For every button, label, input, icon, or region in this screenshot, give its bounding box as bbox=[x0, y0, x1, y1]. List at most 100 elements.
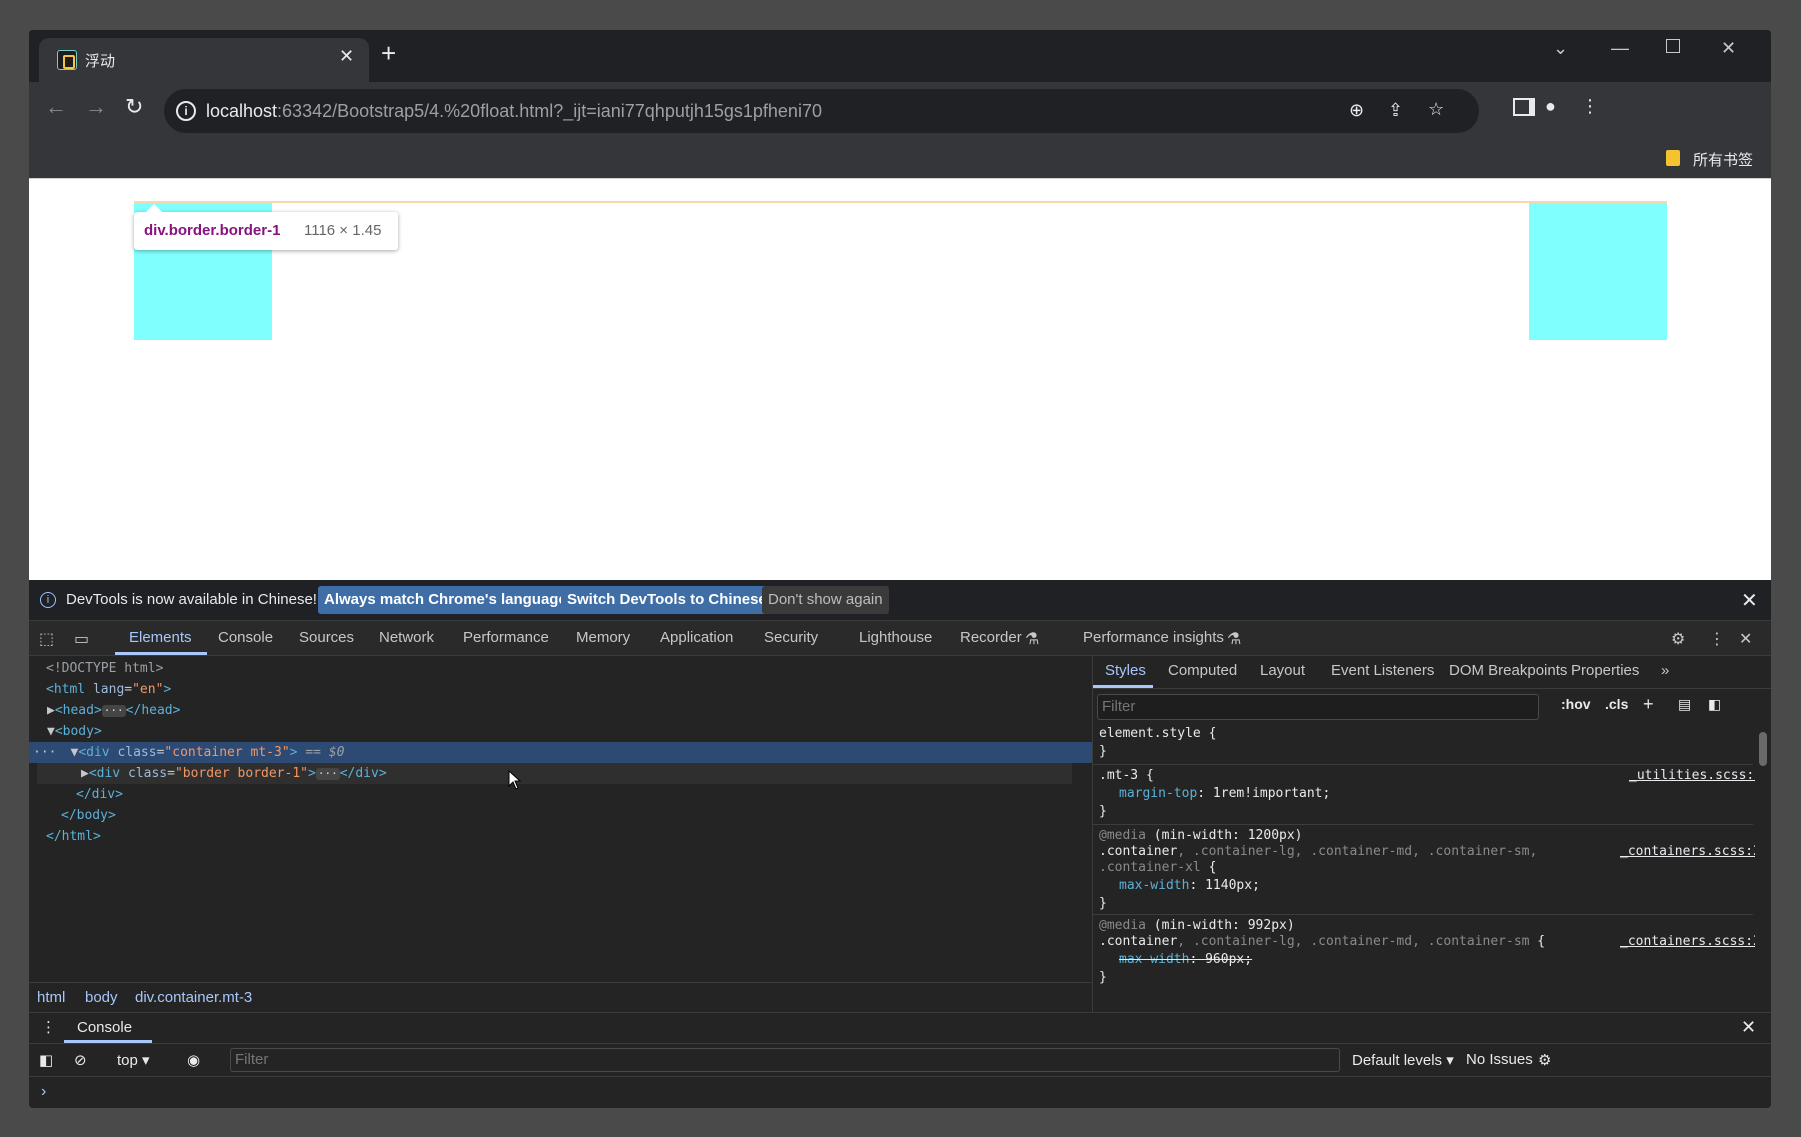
url-text[interactable]: localhost:63342/Bootstrap5/4.%20float.ht… bbox=[206, 101, 822, 122]
live-expression-eye-icon[interactable]: ◉ bbox=[187, 1051, 200, 1069]
address-bar[interactable]: i localhost:63342/Bootstrap5/4.%20float.… bbox=[164, 89, 1479, 133]
side-panel-icon[interactable] bbox=[1513, 98, 1535, 116]
drawer-menu-icon[interactable]: ⋮ bbox=[41, 1018, 56, 1036]
context-select[interactable]: top ▾ bbox=[117, 1051, 150, 1069]
console-sidebar-icon[interactable]: ◧ bbox=[39, 1051, 53, 1069]
more-tabs-icon[interactable]: » bbox=[1661, 662, 1669, 679]
tab-security[interactable]: Security bbox=[764, 629, 818, 646]
switch-to-chinese-button[interactable]: Switch DevTools to Chinese bbox=[561, 586, 773, 614]
tab-close-icon[interactable]: ✕ bbox=[339, 46, 354, 67]
hov-toggle[interactable]: :hov bbox=[1561, 696, 1591, 712]
dom-head[interactable]: ▶<head> ··· </head> bbox=[29, 700, 1092, 721]
tab-properties[interactable]: Properties bbox=[1571, 662, 1639, 679]
breadcrumb-div-container[interactable]: div.container.mt-3 bbox=[135, 989, 252, 1006]
maximize-button[interactable] bbox=[1666, 39, 1680, 53]
dom-html-open[interactable]: <html lang="en"> bbox=[29, 679, 1092, 700]
dom-html-close[interactable]: </html> bbox=[29, 826, 1092, 847]
tab-console[interactable]: Console bbox=[218, 629, 273, 646]
dom-body-open[interactable]: ▼<body> bbox=[29, 721, 1092, 742]
tab-recorder[interactable]: Recorder bbox=[960, 629, 1022, 646]
bookmark-star-icon[interactable]: ☆ bbox=[1428, 99, 1444, 120]
tab-lighthouse[interactable]: Lighthouse bbox=[859, 629, 932, 646]
all-bookmarks-link[interactable]: 所有书签 bbox=[1693, 149, 1753, 170]
issues-counter[interactable]: No Issues bbox=[1466, 1051, 1533, 1068]
close-window-button[interactable]: ✕ bbox=[1721, 38, 1736, 59]
toggle-sidebar-icon[interactable]: ◧ bbox=[1708, 696, 1721, 713]
menu-kebab-icon[interactable]: ⋮ bbox=[1581, 96, 1599, 117]
tab-elements[interactable]: Elements bbox=[129, 629, 192, 646]
rule-container-declaration[interactable]: max-width: 1140px; bbox=[1119, 878, 1260, 893]
tab-layout[interactable]: Layout bbox=[1260, 662, 1305, 679]
ellipsis-icon[interactable]: ··· bbox=[315, 768, 340, 780]
tab-memory[interactable]: Memory bbox=[576, 629, 630, 646]
console-filter-input[interactable] bbox=[231, 1049, 1337, 1069]
collapse-triangle-icon[interactable]: ▼ bbox=[47, 724, 55, 739]
back-button[interactable]: ← bbox=[45, 94, 67, 120]
rule-overridden-declaration[interactable]: max-width: 960px; bbox=[1119, 952, 1252, 967]
styles-filter-input[interactable] bbox=[1098, 695, 1536, 717]
dom-body-close[interactable]: </body> bbox=[29, 805, 1092, 826]
expand-triangle-icon[interactable]: ▶ bbox=[81, 766, 89, 781]
row-more-icon[interactable]: ··· bbox=[33, 745, 56, 760]
forward-button[interactable]: → bbox=[85, 94, 107, 120]
inspect-element-icon[interactable]: ⬚ bbox=[39, 629, 54, 649]
breadcrumb-body[interactable]: body bbox=[85, 989, 118, 1006]
browser-tab[interactable]: 浮动 ✕ bbox=[39, 38, 369, 82]
close-drawer-icon[interactable]: ✕ bbox=[1741, 1017, 1756, 1038]
rule-container-selector[interactable]: .container, .container-lg, .container-md… bbox=[1099, 844, 1537, 859]
rule-container-992-source-link[interactable]: _containers.scss:21 bbox=[1620, 934, 1769, 949]
tab-performance-insights[interactable]: Performance insights bbox=[1083, 629, 1224, 646]
tab-computed[interactable]: Computed bbox=[1168, 662, 1237, 679]
tab-dom-breakpoints[interactable]: DOM Breakpoints bbox=[1449, 662, 1567, 679]
tab-styles[interactable]: Styles bbox=[1105, 662, 1146, 679]
tab-performance[interactable]: Performance bbox=[463, 629, 549, 646]
ellipsis-icon[interactable]: ··· bbox=[101, 705, 126, 717]
close-devtools-icon[interactable]: ✕ bbox=[1739, 629, 1752, 649]
rule-mt3-source-link[interactable]: _utilities.scss:74 bbox=[1629, 768, 1770, 783]
dom-div-border[interactable]: ▶<div class="border border-1"> ··· </div> bbox=[37, 763, 1072, 784]
dom-div-close[interactable]: </div> bbox=[29, 784, 1092, 805]
tab-event-listeners[interactable]: Event Listeners bbox=[1331, 662, 1434, 679]
dom-doctype[interactable]: <!DOCTYPE html> bbox=[29, 658, 1092, 679]
console-prompt[interactable]: › bbox=[41, 1083, 46, 1101]
paint-brush-icon[interactable]: ▤ bbox=[1678, 696, 1691, 713]
infobar-close-icon[interactable]: ✕ bbox=[1741, 588, 1758, 613]
rule-container-selector-cont[interactable]: .container-xl { bbox=[1099, 860, 1216, 875]
reload-button[interactable]: ↻ bbox=[125, 94, 143, 120]
device-toolbar-icon[interactable]: ▭ bbox=[74, 629, 89, 649]
zoom-icon[interactable]: ⊕ bbox=[1349, 100, 1364, 121]
cls-toggle[interactable]: .cls bbox=[1605, 696, 1628, 712]
rule-element-style[interactable]: element.style { bbox=[1099, 726, 1216, 741]
dont-show-again-button[interactable]: Don't show again bbox=[762, 586, 889, 614]
styles-filter[interactable] bbox=[1097, 694, 1539, 720]
console-settings-gear-icon[interactable]: ⚙ bbox=[1538, 1051, 1551, 1069]
scrollbar-thumb[interactable] bbox=[1759, 732, 1767, 766]
rule-container-selector-992[interactable]: .container, .container-lg, .container-md… bbox=[1099, 934, 1545, 949]
log-levels-dropdown[interactable]: Default levels ▾ bbox=[1352, 1051, 1454, 1069]
rule-mt3-declaration[interactable]: margin-top: 1rem!important; bbox=[1119, 786, 1330, 801]
settings-gear-icon[interactable]: ⚙ bbox=[1671, 629, 1685, 649]
media-query: (min-width: 992px) bbox=[1145, 918, 1295, 933]
tab-application[interactable]: Application bbox=[660, 629, 733, 646]
devtools-menu-icon[interactable]: ⋮ bbox=[1709, 629, 1725, 649]
drawer-tab-console[interactable]: Console bbox=[77, 1019, 132, 1036]
console-filter[interactable] bbox=[230, 1048, 1340, 1072]
expand-triangle-icon[interactable]: ▶ bbox=[47, 703, 55, 718]
breadcrumb-html[interactable]: html bbox=[37, 989, 65, 1006]
share-icon[interactable]: ⇪ bbox=[1388, 100, 1403, 121]
rule-container-source-link[interactable]: _containers.scss:21 bbox=[1620, 844, 1769, 859]
tab-search-icon[interactable]: ⌄ bbox=[1553, 38, 1568, 59]
rule-mt3-selector[interactable]: .mt-3 { bbox=[1099, 768, 1154, 783]
minimize-button[interactable]: — bbox=[1611, 38, 1629, 59]
profile-icon[interactable]: ● bbox=[1545, 96, 1556, 117]
clear-console-icon[interactable]: ⊘ bbox=[74, 1051, 87, 1069]
tab-sources[interactable]: Sources bbox=[299, 629, 354, 646]
tab-network[interactable]: Network bbox=[379, 629, 434, 646]
site-info-icon[interactable]: i bbox=[176, 101, 196, 121]
new-rule-icon[interactable]: + bbox=[1643, 694, 1654, 715]
always-match-language-button[interactable]: Always match Chrome's language bbox=[318, 586, 573, 614]
dom-div-container-selected[interactable]: ··· ▼<div class="container mt-3"> == $0 bbox=[29, 742, 1092, 763]
new-tab-button[interactable]: + bbox=[381, 40, 396, 66]
styles-scrollbar[interactable] bbox=[1755, 724, 1770, 1008]
property-name: max-width bbox=[1119, 878, 1190, 893]
